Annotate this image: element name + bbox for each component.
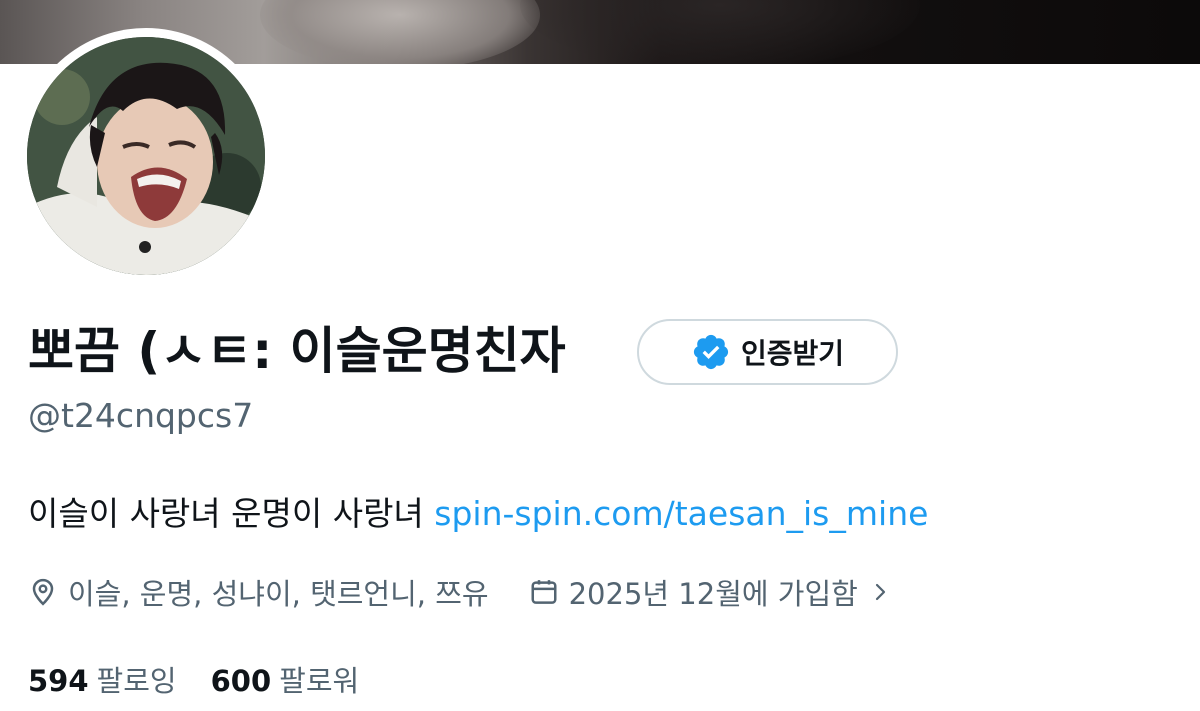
bio-text: 이슬이 사랑녀 운명이 사랑녀 — [28, 494, 435, 533]
avatar-photo — [27, 37, 265, 275]
profile-meta: 이슬, 운명, 성냐이, 탯르언니, 쯔유 2025년 12월에 가입함 — [28, 570, 892, 614]
follow-stats: 594 팔로잉 600 팔로워 — [28, 657, 359, 701]
joined-date-item[interactable]: 2025년 12월에 가입함 — [529, 571, 892, 613]
banner-highlight — [260, 0, 540, 64]
profile-bio: 이슬이 사랑녀 운명이 사랑녀 spin-spin.com/taesan_is_… — [28, 491, 928, 537]
avatar[interactable] — [27, 37, 265, 275]
followers-count: 600 — [210, 664, 272, 698]
profile-page: 뽀끔 (ㅅㅌ: 이슬운명친자 인증받기 @t24cnqpcs7 이슬이 사랑녀 … — [0, 0, 1200, 711]
banner-shadow — [520, 0, 920, 64]
bio-link[interactable]: spin-spin.com/taesan_is_mine — [434, 494, 928, 533]
followers-label: 팔로워 — [279, 664, 360, 698]
following-label: 팔로잉 — [96, 664, 177, 698]
get-verified-button[interactable]: 인증받기 — [637, 319, 898, 385]
display-name: 뽀끔 (ㅅㅌ: 이슬운명친자 — [28, 322, 566, 380]
following-link[interactable]: 594 팔로잉 — [28, 658, 177, 700]
username-handle: @t24cnqpcs7 — [28, 396, 254, 435]
verified-badge-icon — [693, 334, 729, 370]
chevron-right-icon — [875, 583, 885, 601]
joined-date-text: 2025년 12월에 가입함 — [568, 577, 858, 611]
location-text: 이슬, 운명, 성냐이, 탯르언니, 쯔유 — [68, 577, 489, 611]
following-count: 594 — [28, 664, 89, 698]
location-pin-icon — [32, 578, 54, 606]
calendar-icon — [531, 580, 557, 604]
location-item: 이슬, 운명, 성냐이, 탯르언니, 쯔유 — [28, 571, 489, 613]
followers-link[interactable]: 600 팔로워 — [211, 658, 360, 700]
get-verified-label: 인증받기 — [740, 337, 845, 370]
